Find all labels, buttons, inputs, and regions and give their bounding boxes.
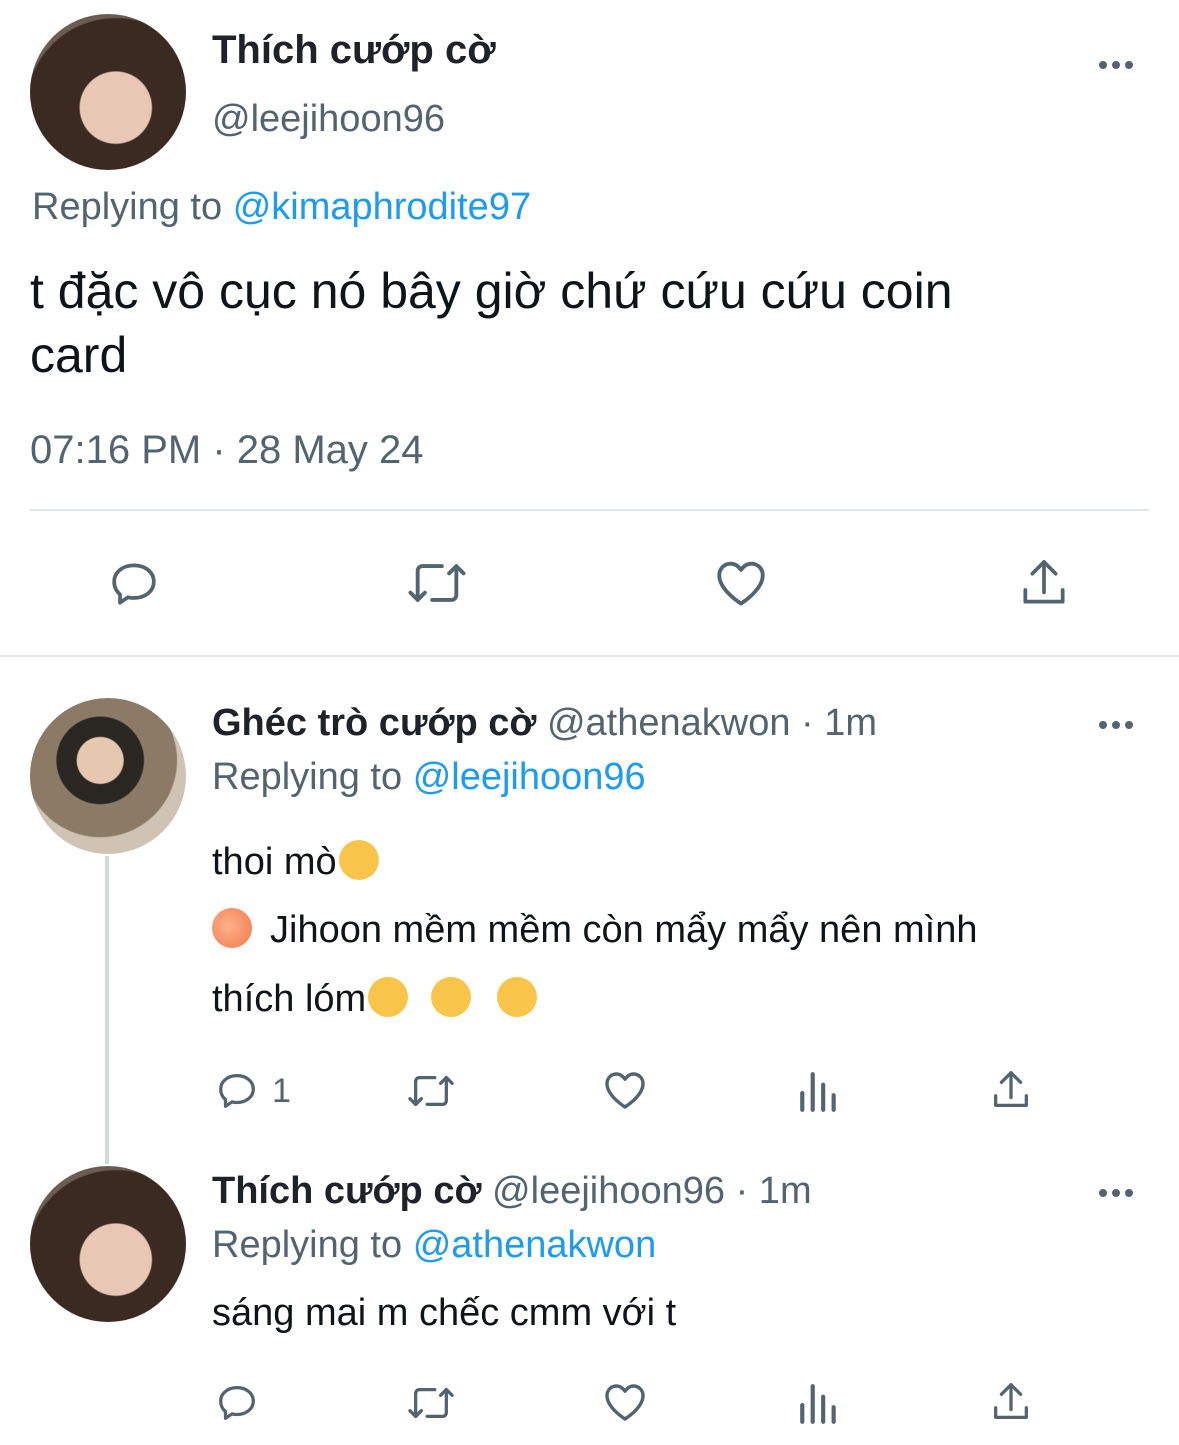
- reply-text-line2: Jihoon mềm mềm còn mẩy mẩy nên mình: [212, 908, 978, 952]
- reply-time: · 1m: [801, 702, 878, 744]
- handle[interactable]: @leejihoon96: [212, 98, 445, 141]
- reply-text: thoi mò: [212, 841, 337, 883]
- display-name[interactable]: Ghéc trò cướp cờ: [212, 702, 536, 744]
- like-icon[interactable]: [600, 1066, 650, 1114]
- reply-text: thích lóm: [212, 978, 367, 1020]
- reply-icon[interactable]: [106, 556, 162, 612]
- avatar[interactable]: [30, 14, 186, 170]
- smiling-face-with-hearts-emoji: [368, 977, 409, 1017]
- reply-time: · 1m: [735, 1170, 812, 1212]
- replying-to-link[interactable]: @leejihoon96: [413, 756, 646, 798]
- retweet-icon[interactable]: [404, 554, 470, 612]
- replying-prefix: Replying to: [212, 1224, 403, 1266]
- handle[interactable]: @leejihoon96: [492, 1170, 725, 1212]
- reply-icon[interactable]: [214, 1380, 260, 1426]
- replying-to-link[interactable]: @kimaphrodite97: [233, 186, 531, 228]
- display-name[interactable]: Thích cướp cờ: [212, 1170, 481, 1212]
- display-name[interactable]: Thích cướp cờ: [212, 28, 496, 73]
- replying-prefix: Replying to: [32, 186, 223, 228]
- more-icon[interactable]: [1096, 715, 1136, 735]
- reply-text: Jihoon mềm mềm còn mẩy mẩy nên mình: [270, 909, 978, 951]
- tweet-text-line1: t đặc vô cục nó bây giờ chứ cứu cứu coin: [30, 263, 953, 319]
- heart-eyes-emoji: [497, 977, 538, 1017]
- more-icon[interactable]: [1096, 1183, 1136, 1203]
- face-blowing-kiss-emoji: [430, 977, 471, 1017]
- replying-to: Replying to @leejihoon96: [212, 756, 646, 799]
- like-icon[interactable]: [600, 1378, 650, 1426]
- share-icon[interactable]: [988, 1378, 1034, 1426]
- replying-to-link[interactable]: @athenakwon: [413, 1224, 657, 1266]
- pleading-face-emoji: [338, 840, 379, 880]
- replying-to: Replying to @kimaphrodite97: [32, 186, 531, 229]
- peach-emoji: [212, 908, 252, 948]
- timestamp: 07:16 PM · 28 May 24: [30, 428, 424, 472]
- avatar[interactable]: [30, 1166, 186, 1322]
- retweet-icon[interactable]: [404, 1068, 458, 1114]
- more-icon[interactable]: [1096, 55, 1136, 75]
- reply-header: Thích cướp cờ @leejihoon96 · 1m: [212, 1170, 812, 1213]
- like-icon[interactable]: [711, 554, 771, 612]
- handle[interactable]: @athenakwon: [547, 702, 791, 744]
- reply-text-line1: sáng mai m chếc cmm với t: [212, 1292, 677, 1334]
- tweet-text-line2: card: [30, 327, 128, 383]
- divider: [30, 509, 1149, 511]
- views-icon[interactable]: [798, 1380, 840, 1426]
- share-icon[interactable]: [1016, 554, 1072, 612]
- replying-to: Replying to @athenakwon: [212, 1224, 656, 1267]
- section-divider: [0, 655, 1179, 657]
- reply-header: Ghéc trò cướp cờ @athenakwon · 1m: [212, 702, 877, 745]
- views-icon[interactable]: [798, 1068, 840, 1114]
- reply-text-line3: thích lóm: [212, 977, 539, 1021]
- avatar[interactable]: [30, 698, 186, 854]
- reply-count: 1: [272, 1072, 291, 1110]
- share-icon[interactable]: [988, 1066, 1034, 1114]
- reply-text-line1: thoi mò: [212, 840, 381, 884]
- thread-line: [105, 856, 109, 1164]
- retweet-icon[interactable]: [404, 1380, 458, 1426]
- reply-icon[interactable]: [214, 1068, 260, 1114]
- replying-prefix: Replying to: [212, 756, 403, 798]
